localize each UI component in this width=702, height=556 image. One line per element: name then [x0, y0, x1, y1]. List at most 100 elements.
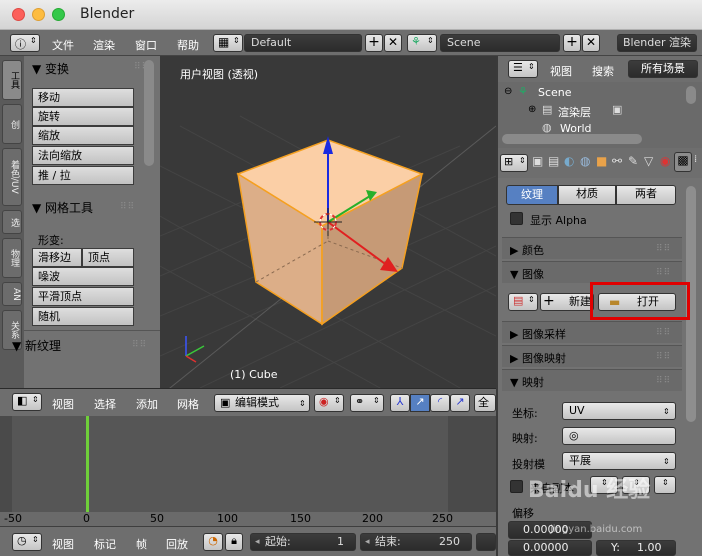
drag-handle-icon[interactable]: ⠿⠿	[656, 268, 671, 278]
drag-handle-icon[interactable]: ⠿⠿	[120, 202, 135, 212]
decrement-icon[interactable]: ◂	[365, 534, 370, 550]
menu-view[interactable]: 视图	[52, 396, 74, 412]
timeline-ruler[interactable]: -50 0 50 100 150 200 250	[0, 512, 496, 526]
tab-an[interactable]: AN	[2, 282, 22, 306]
pivot-point-button[interactable]: ⚭ ⇕	[350, 394, 384, 412]
close-window-button[interactable]	[12, 8, 25, 21]
randomize-button[interactable]: 随机	[32, 307, 134, 326]
outliner[interactable]: ⊖ ⚘ Scene ⊕ ▤ 渲染层 ▣ ◍ World	[498, 82, 702, 148]
cube-mesh[interactable]	[236, 139, 424, 326]
menu-select[interactable]: 选择	[94, 396, 116, 412]
shrink-fatten-button[interactable]: 法向缩放	[32, 146, 134, 165]
show-alpha-checkbox[interactable]	[510, 212, 523, 225]
transform-panel-title[interactable]: ▼ 变换	[32, 60, 69, 77]
smooth-vertex-button[interactable]: 平滑顶点	[32, 287, 134, 306]
viewport-shading-button[interactable]: ◉ ⇕	[314, 394, 344, 412]
scene-browse-button[interactable]: ⚘ ⇕	[407, 34, 437, 52]
menu-frame[interactable]: 帧	[136, 536, 147, 552]
menu-add[interactable]: 添加	[136, 396, 158, 412]
mode-select[interactable]: ▣ 编辑模式 ⇕	[214, 394, 310, 412]
move-button[interactable]: 移动	[32, 88, 134, 107]
world-props-icon[interactable]: ◍	[580, 154, 590, 168]
remove-layout-button[interactable]: ✕	[384, 34, 402, 52]
drag-handle-icon[interactable]: ⠿⠿	[656, 352, 671, 362]
expand-icon[interactable]: ⊕	[528, 104, 536, 115]
tab-select[interactable]: 选	[2, 210, 22, 234]
screen-layout-browse-button[interactable]: ▦ ⇕	[213, 34, 243, 52]
manipulator-toggle-button[interactable]: ⅄	[390, 394, 410, 412]
editor-type-timeline-button[interactable]: ◷ ⇕	[12, 533, 42, 551]
editor-type-outliner-button[interactable]: ☰ ⇕	[508, 60, 538, 78]
tab-shading-uv[interactable]: 着色/UV	[2, 148, 22, 206]
tab-both[interactable]: 两者	[616, 185, 676, 205]
scale-button[interactable]: 缩放	[32, 126, 134, 145]
timeline-area[interactable]	[0, 416, 496, 512]
menu-search[interactable]: 搜索	[592, 63, 614, 79]
rotate-button[interactable]: 旋转	[32, 107, 134, 126]
render-engine-select[interactable]: Blender 渲染	[617, 34, 697, 52]
render-camera-icon[interactable]: ▣	[532, 154, 543, 168]
preview-range-button[interactable]: ◔	[203, 533, 223, 551]
projection-select[interactable]: 平展 ⇕	[562, 452, 676, 470]
maximize-window-button[interactable]	[52, 8, 65, 21]
image-panel-title[interactable]: ▼ 图像	[510, 266, 544, 282]
toolshelf-scrollbar[interactable]	[144, 60, 154, 166]
constraints-icon[interactable]: ⚯	[612, 154, 622, 168]
tab-texture[interactable]: 纹理	[506, 185, 558, 205]
color-panel-title[interactable]: ▶ 颜色	[510, 242, 544, 258]
material-icon[interactable]: ◉	[660, 154, 670, 168]
image-sampling-panel-title[interactable]: ▶ 图像采样	[510, 326, 566, 342]
drag-handle-icon[interactable]: ⠿⠿	[656, 376, 671, 386]
decrement-icon[interactable]: ◂	[255, 534, 260, 550]
push-pull-button[interactable]: 推 / 拉	[32, 166, 134, 185]
noise-button[interactable]: 噪波	[32, 267, 134, 286]
drag-handle-icon[interactable]: ⠿⠿	[656, 244, 671, 254]
editor-type-info-button[interactable]: ⓘ ⇕	[10, 34, 40, 52]
modifier-wrench-icon[interactable]: ✎	[628, 154, 638, 168]
drag-handle-icon[interactable]: ⠿⠿	[656, 328, 671, 338]
expand-icon[interactable]: ⊖	[504, 86, 512, 97]
render-layers-icon[interactable]: ▤	[548, 154, 559, 168]
transform-orientation-select[interactable]: 全局	[474, 394, 496, 412]
coordinates-select[interactable]: UV ⇕	[562, 402, 676, 420]
mesh-data-icon[interactable]: ▽	[644, 154, 653, 168]
remove-scene-button[interactable]: ✕	[582, 34, 600, 52]
menu-playback[interactable]: 回放	[166, 536, 188, 552]
editor-type-properties-button[interactable]: ⊞ ⇕	[500, 154, 528, 172]
menu-file[interactable]: 文件	[52, 37, 74, 53]
current-frame-field[interactable]	[476, 533, 496, 551]
offset-y-field[interactable]: 0.00000	[508, 540, 592, 556]
size-y-field[interactable]: Y: 1.00	[596, 540, 676, 556]
add-scene-button[interactable]: +	[563, 34, 581, 52]
menu-render[interactable]: 渲染	[93, 37, 115, 53]
mapping-panel-title[interactable]: ▼ 映射	[510, 374, 544, 390]
screen-layout-field[interactable]: Default	[244, 34, 362, 52]
3d-viewport[interactable]: 用户视图 (透视) (1) Cube	[160, 56, 496, 388]
object-props-icon[interactable]: ■	[596, 154, 607, 168]
translate-manipulator-button[interactable]: ↗	[410, 394, 430, 412]
start-frame-field[interactable]: ◂ 起始: 1	[250, 533, 356, 551]
menu-view[interactable]: 视图	[550, 63, 572, 79]
outliner-hscrollbar[interactable]	[502, 134, 642, 144]
tab-tools[interactable]: 工具	[2, 60, 22, 100]
tab-create[interactable]: 创	[2, 104, 22, 144]
tab-material[interactable]: 材质	[558, 185, 616, 205]
image-mapping-panel-title[interactable]: ▶ 图像映射	[510, 350, 566, 366]
texture-props-icon[interactable]: ▩	[674, 152, 692, 172]
editor-type-3dview-button[interactable]: ◧ ⇕	[12, 393, 42, 411]
mesh-tools-panel-title[interactable]: ▼ 网格工具	[32, 199, 93, 216]
outliner-vscrollbar[interactable]	[686, 86, 696, 104]
from-dupli-checkbox[interactable]	[510, 480, 523, 493]
menu-help[interactable]: 帮助	[177, 37, 199, 53]
scene-props-icon[interactable]: ◐	[564, 154, 574, 168]
menu-window[interactable]: 窗口	[135, 37, 157, 53]
axis-z-select[interactable]: ⇕	[654, 476, 676, 494]
current-frame-indicator[interactable]	[86, 416, 89, 512]
display-mode-select[interactable]: 所有场景	[628, 60, 698, 78]
minimize-window-button[interactable]	[32, 8, 45, 21]
tab-physics[interactable]: 物理	[2, 238, 22, 278]
outliner-item-renderlayer[interactable]: 渲染层	[558, 104, 591, 120]
end-frame-field[interactable]: ◂ 结束: 250	[360, 533, 472, 551]
grip-icon[interactable]: ⁞	[694, 154, 697, 165]
vertex-slide-button[interactable]: 顶点	[82, 248, 134, 267]
